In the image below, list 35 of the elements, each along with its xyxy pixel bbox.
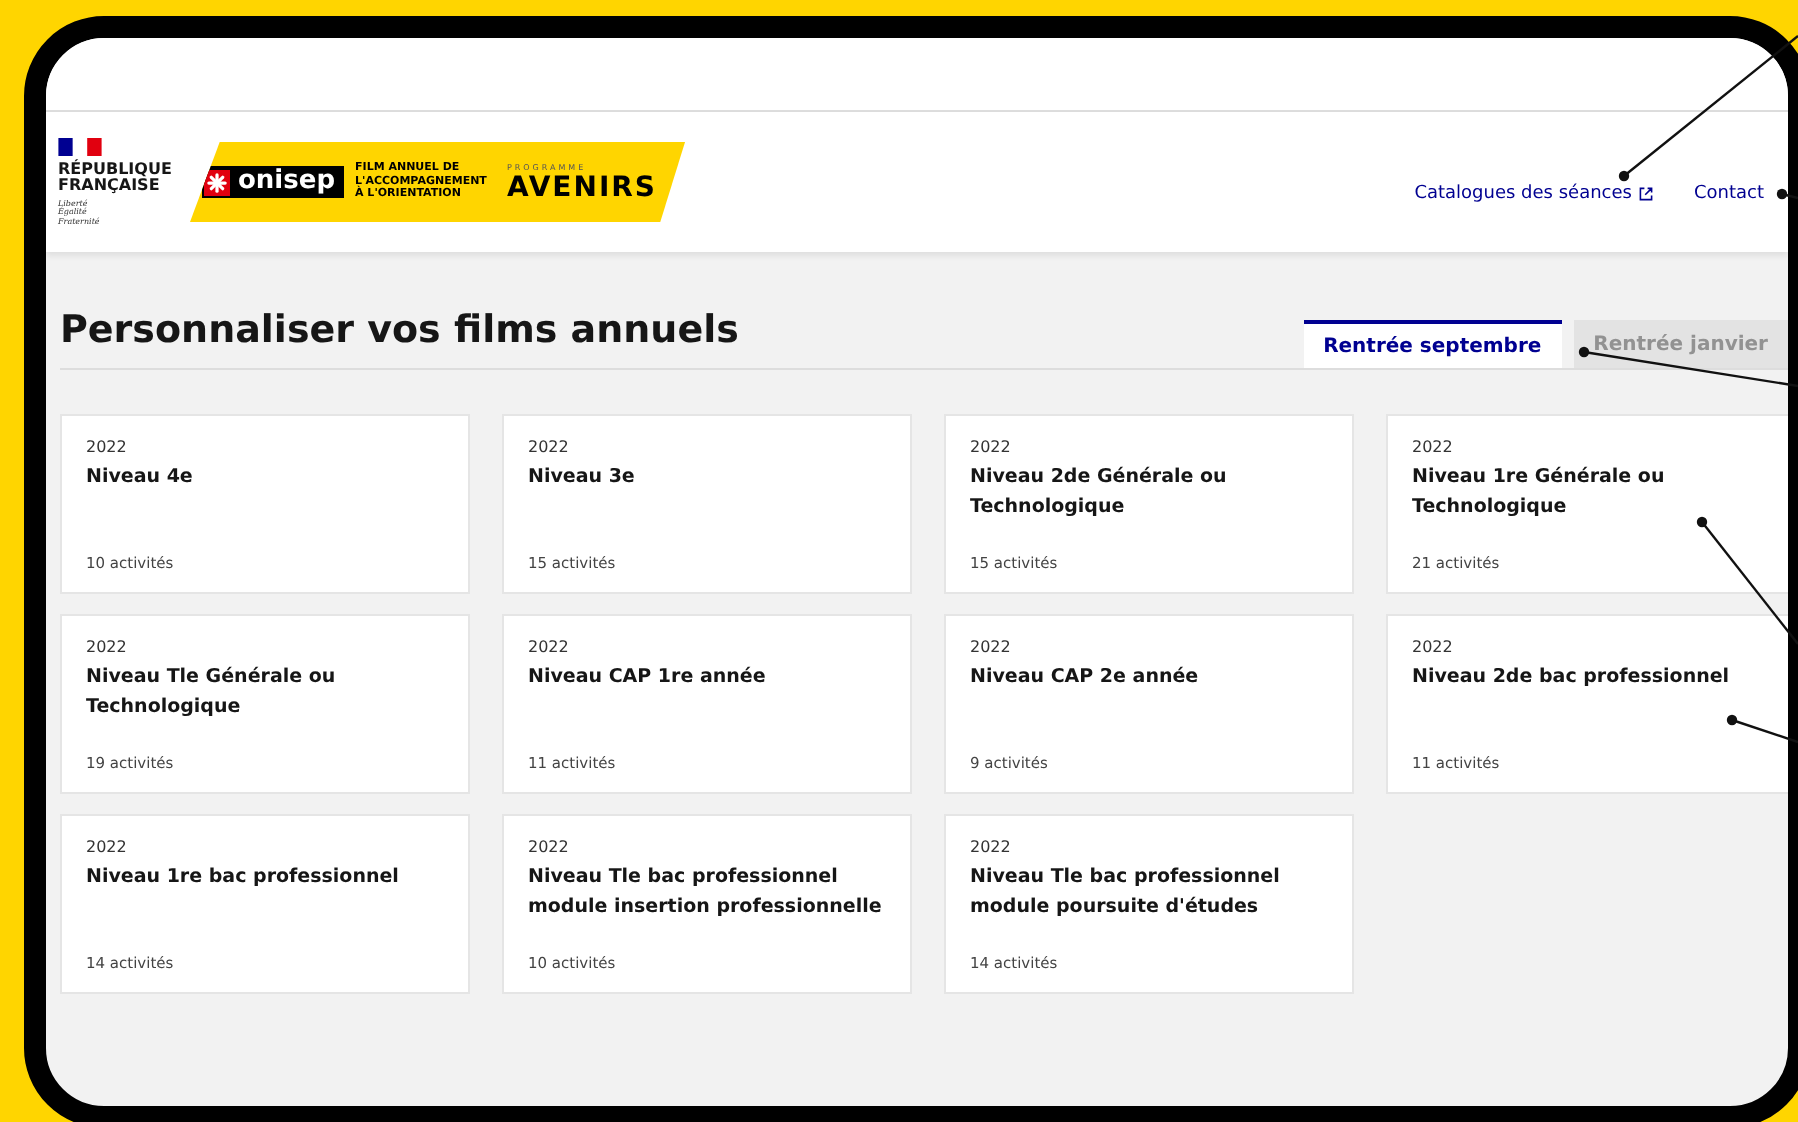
card-year: 2022 (86, 438, 129, 456)
tab[interactable]: Rentrée septembre (1303, 320, 1562, 368)
nav-link[interactable]: Contact (1693, 184, 1764, 204)
brand-name: onisep (238, 168, 336, 196)
asterisk-icon (204, 169, 230, 195)
card-year: 2022 (1412, 438, 1455, 456)
card-title: Niveau 4e (86, 464, 195, 492)
card-title: Niveau CAP 2e année (970, 664, 1201, 692)
card-year: 2022 (1412, 638, 1455, 656)
card-year: 2022 (970, 438, 1013, 456)
card-title: Niveau Tle Générale ou Technologique (86, 664, 338, 722)
leader-line (1776, 188, 1798, 200)
page-title: Personnaliser vos films annuels (60, 308, 739, 352)
leader-line (1726, 714, 1798, 744)
programme-name: AVENIRS (506, 171, 658, 203)
card-title: Niveau CAP 1re année (528, 664, 768, 692)
external-link-icon (1637, 186, 1654, 202)
card-title: Niveau Tle bac professionnel module insertion professionnelle (528, 864, 884, 922)
card-title: Niveau 1re bac professionnel (86, 864, 401, 892)
card-title: Niveau 2de Générale ou Technologique (970, 464, 1229, 522)
flag-icon (58, 137, 102, 156)
card-year: 2022 (86, 838, 129, 856)
card-year: 2022 (528, 838, 571, 856)
republic-name: RÉPUBLIQUE FRANÇAISE (58, 161, 174, 194)
card-year: 2022 (86, 638, 129, 656)
card-year: 2022 (528, 638, 571, 656)
card-year: 2022 (528, 438, 571, 456)
nav-link[interactable]: Catalogues des séances (1414, 184, 1654, 204)
card-title: Niveau Tle bac professionnel module poursuite d'études (970, 864, 1282, 922)
card-year: 2022 (970, 638, 1013, 656)
leader-line (1696, 516, 1798, 645)
card-year: 2022 (970, 838, 1013, 856)
card-title: Niveau 1re Générale ou Technologique (1412, 464, 1667, 522)
card-title: Niveau 3e (528, 464, 637, 492)
card-title: Niveau 2de bac professionnel (1412, 664, 1732, 692)
